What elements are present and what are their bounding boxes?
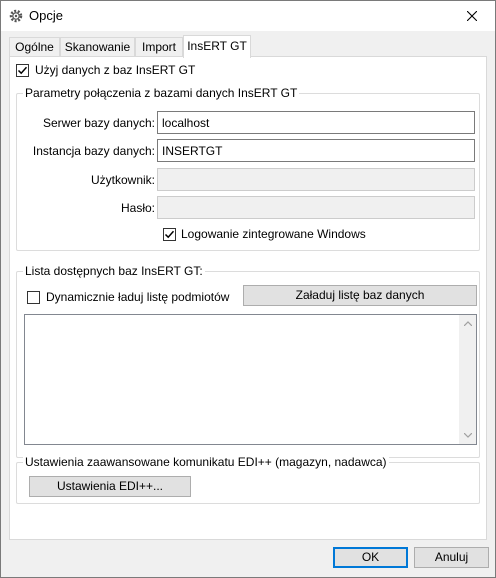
edi-settings-button[interactable]: Ustawienia EDI++...	[29, 476, 191, 497]
window-title: Opcje	[29, 8, 63, 23]
title-bar: Opcje	[1, 1, 495, 31]
dynamic-load-label[interactable]: Dynamicznie ładuj listę podmiotów	[46, 290, 229, 304]
server-label: Serwer bazy danych:	[42, 116, 155, 130]
cancel-button[interactable]: Anuluj	[414, 547, 489, 568]
checkmark-icon	[17, 66, 28, 75]
user-label: Użytkownik:	[90, 173, 155, 187]
tab-import[interactable]: Import	[135, 37, 183, 57]
scroll-up-icon[interactable]	[459, 315, 476, 332]
db-listbox[interactable]	[24, 314, 477, 445]
connection-params-group: Parametry połączenia z bazami danych Ins…	[16, 86, 480, 251]
password-input[interactable]	[157, 196, 475, 219]
instance-input[interactable]	[157, 139, 475, 162]
user-input[interactable]	[157, 168, 475, 191]
tab-insert-gt[interactable]: InsERT GT	[183, 35, 251, 58]
tab-general[interactable]: Ogólne	[9, 37, 60, 57]
server-input[interactable]	[157, 111, 475, 134]
windows-auth-checkbox[interactable]	[163, 228, 176, 241]
edi-settings-title: Ustawienia zaawansowane komunikatu EDI++…	[23, 455, 389, 469]
connection-params-title: Parametry połączenia z bazami danych Ins…	[23, 86, 300, 100]
use-insert-db-checkbox[interactable]	[16, 64, 29, 77]
close-icon	[467, 11, 477, 21]
tab-scanning[interactable]: Skanowanie	[60, 37, 135, 57]
scroll-down-icon[interactable]	[459, 427, 476, 444]
use-insert-db-label[interactable]: Użyj danych z baz InsERT GT	[35, 63, 195, 77]
db-list-group: Lista dostępnych baz InsERT GT: Dynamicz…	[16, 264, 480, 458]
tab-panel-insert-gt: Użyj danych z baz InsERT GT Parametry po…	[9, 56, 487, 540]
listbox-scrollbar[interactable]	[459, 315, 476, 444]
ok-button[interactable]: OK	[333, 547, 408, 568]
dynamic-load-checkbox[interactable]	[27, 291, 40, 304]
windows-auth-label[interactable]: Logowanie zintegrowane Windows	[181, 227, 366, 241]
gear-icon	[8, 8, 24, 24]
close-button[interactable]	[449, 1, 495, 31]
checkmark-icon	[164, 230, 175, 239]
options-dialog: Opcje Ogólne Skanowanie Import InsERT GT…	[0, 0, 496, 578]
db-list-title: Lista dostępnych baz InsERT GT:	[23, 264, 205, 278]
edi-settings-group: Ustawienia zaawansowane komunikatu EDI++…	[16, 455, 480, 504]
load-db-list-button[interactable]: Załaduj listę baz danych	[243, 285, 477, 306]
instance-label: Instancja bazy danych:	[32, 144, 155, 158]
password-label: Hasło:	[120, 201, 155, 215]
